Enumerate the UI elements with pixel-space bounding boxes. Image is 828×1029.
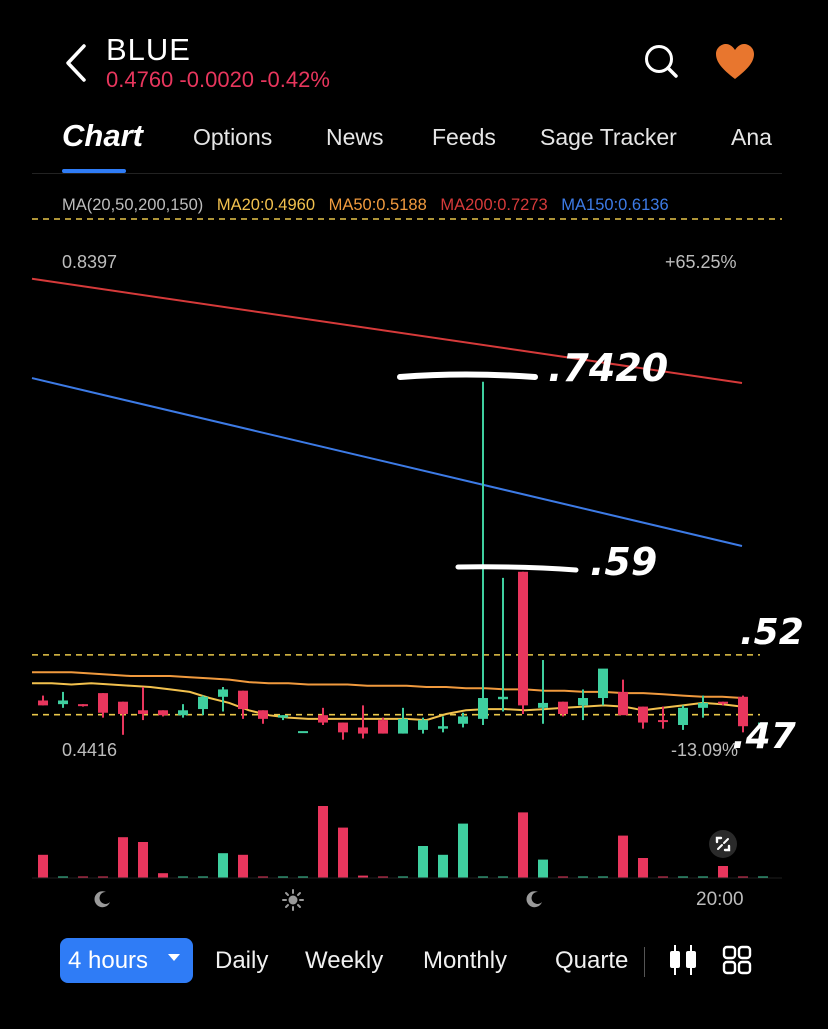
ma50-line — [32, 671, 743, 699]
volume-bar — [318, 806, 328, 878]
moon-icon — [94, 891, 110, 908]
timeframe-monthly[interactable]: Monthly — [423, 947, 507, 975]
candle-body — [198, 696, 208, 710]
volume-bar — [618, 835, 628, 878]
candle-body — [698, 702, 708, 708]
candle-body — [378, 720, 388, 734]
candle-body — [678, 707, 688, 725]
annotation-support: .47 — [732, 716, 796, 757]
axis-high-pct: +65.25% — [665, 252, 737, 272]
candle-body — [218, 689, 228, 697]
timeframe-separator — [644, 947, 645, 977]
fullscreen-icon[interactable] — [708, 829, 738, 859]
candle-body — [558, 701, 568, 714]
timeframe-quarterly[interactable]: Quarte — [555, 947, 637, 975]
candle-body — [718, 701, 728, 704]
candle-body — [138, 710, 148, 714]
chevron-down-icon — [168, 954, 180, 961]
volume-bar — [418, 846, 428, 878]
ma150-line — [31, 377, 743, 547]
candle-body — [598, 668, 608, 699]
candle-body — [358, 727, 368, 734]
candle-body — [618, 691, 628, 716]
volume-bar — [38, 854, 48, 878]
annotation-mid: .59 — [590, 540, 658, 584]
volume-bar — [138, 842, 148, 878]
candle-body — [538, 702, 548, 708]
support-resistance-lines — [32, 654, 760, 716]
candle-body — [418, 720, 428, 730]
timeframe-daily[interactable]: Daily — [215, 947, 268, 975]
timeframe-weekly[interactable]: Weekly — [305, 947, 383, 975]
candle-body — [98, 693, 108, 713]
price-chart[interactable] — [0, 0, 828, 1029]
candle-body — [238, 690, 248, 710]
volume-bar — [458, 823, 468, 878]
axis-low-pct: -13.09% — [671, 740, 739, 760]
volume-bar — [518, 812, 528, 878]
candle-body — [58, 700, 68, 705]
sun-icon — [282, 889, 304, 911]
moving-average-lines — [31, 277, 743, 722]
mid-marker-line — [455, 564, 579, 573]
candle-body — [578, 698, 588, 706]
volume-bar — [158, 873, 168, 878]
volume-bar — [338, 827, 348, 878]
grid-icon[interactable] — [722, 945, 752, 975]
candle-body — [118, 701, 128, 714]
candle-body — [398, 718, 408, 734]
candle-body — [38, 700, 48, 706]
candle-body — [318, 715, 328, 723]
candle-body — [438, 726, 448, 729]
volume-bar — [438, 854, 448, 878]
volume-bar — [238, 854, 248, 878]
candle-body — [298, 731, 308, 734]
axis-high: 0.8397 — [62, 252, 118, 272]
candle-style-icon[interactable] — [665, 942, 701, 978]
candle-body — [258, 710, 268, 719]
peak-marker-line — [397, 371, 538, 380]
candle-body — [638, 706, 648, 723]
time-label: 20:00 — [696, 889, 744, 910]
annotation-peak: .7420 — [548, 346, 669, 390]
candle-body — [78, 704, 88, 707]
candle-body — [658, 720, 668, 723]
candle-body — [338, 722, 348, 733]
candle-body — [478, 698, 488, 719]
volume-bars — [38, 806, 768, 878]
candle-body — [518, 571, 528, 706]
volume-bar — [718, 866, 728, 878]
candle-body — [158, 710, 168, 716]
timeframe-active-label: 4 hours — [68, 947, 149, 974]
volume-bar — [118, 837, 128, 878]
volume-bar — [538, 859, 548, 878]
axis-low: 0.4416 — [62, 740, 118, 760]
candle-body — [458, 716, 468, 724]
candle-body — [278, 715, 288, 718]
candle-body — [178, 710, 188, 716]
volume-bar — [638, 858, 648, 878]
volume-bar — [218, 853, 228, 878]
candle-body — [498, 696, 508, 700]
annotation-resistance: .52 — [740, 612, 804, 653]
moon-icon — [526, 891, 542, 908]
